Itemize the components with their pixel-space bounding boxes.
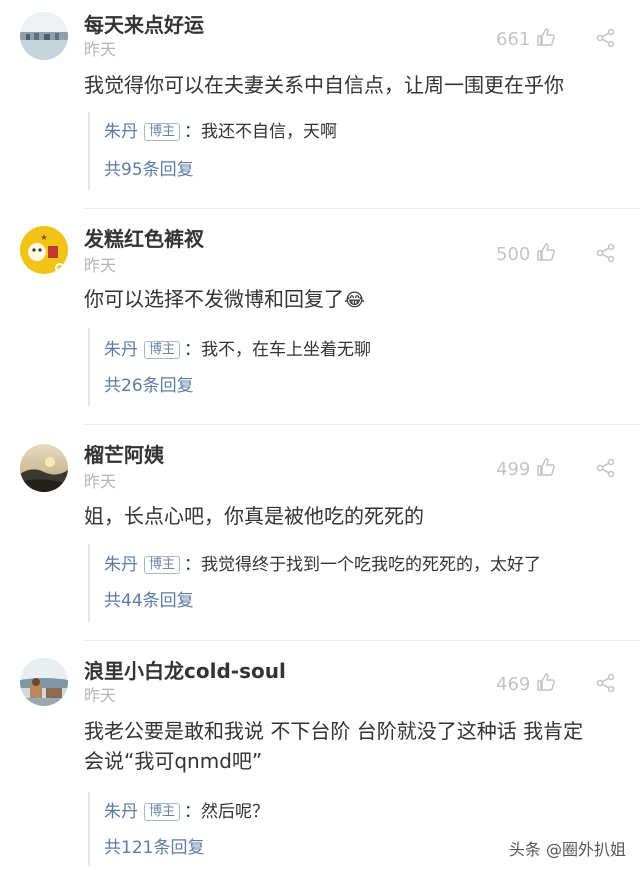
username[interactable]: 发糕红色裤衩 — [84, 226, 204, 252]
reply-line: 朱丹 博主 ：我不，在车上坐着无聊 — [104, 339, 371, 361]
thumbs-up-icon — [536, 672, 556, 698]
comment-text: 我老公要是敢和我说 不下台阶 台阶就没了这种话 我肯定 会说“我可qnmd吧” — [84, 716, 624, 776]
reply-line: 朱丹 博主 ：我还不自信，天啊 — [104, 121, 337, 143]
comment-text: 你可以选择不发微博和回复了😂 — [84, 284, 624, 316]
divider — [84, 208, 640, 209]
reply-author[interactable]: 朱丹 — [104, 121, 138, 143]
author-badge: 博主 — [144, 123, 181, 141]
comment-text-body: 你可以选择不发微博和回复了 — [84, 287, 344, 311]
like-button[interactable]: 500 — [496, 242, 556, 268]
avatar[interactable] — [20, 12, 68, 60]
comment-item: 每天来点好运 昨天 661 我觉得你可以在夫妻关系中自信点，让周一围更在乎你 朱… — [0, 0, 640, 210]
svg-text:★: ★ — [40, 233, 47, 242]
thumbs-up-icon — [536, 27, 556, 53]
like-button[interactable]: 469 — [496, 672, 556, 698]
watermark: 头条 @圈外扒姐 — [509, 836, 626, 860]
like-count: 661 — [496, 29, 531, 50]
share-icon[interactable] — [596, 28, 616, 52]
share-icon[interactable] — [596, 673, 616, 697]
author-badge: 博主 — [144, 341, 181, 359]
reply-text: ：我觉得终于找到一个吃我吃的死死的，太好了 — [184, 555, 542, 575]
reply-author[interactable]: 朱丹 — [104, 801, 138, 823]
author-badge: 博主 — [144, 803, 181, 821]
reply-line: 朱丹 博主 ：然后呢？ — [104, 801, 269, 823]
reply-author[interactable]: 朱丹 — [104, 339, 138, 361]
username[interactable]: 榴芒阿姨 — [84, 442, 164, 468]
comment-text-line: 会说“我可qnmd吧” — [84, 749, 263, 773]
avatar[interactable] — [20, 444, 68, 492]
reply-count-link[interactable]: 共26条回复 — [104, 375, 194, 397]
divider — [84, 424, 640, 425]
like-count: 499 — [496, 459, 531, 480]
divider — [84, 640, 640, 641]
timestamp: 昨天 — [84, 686, 117, 705]
thumbs-up-icon — [536, 242, 556, 268]
like-count: 469 — [496, 674, 531, 695]
avatar[interactable] — [20, 658, 68, 706]
like-count: 500 — [496, 244, 531, 265]
watermark-text: 头条 @圈外扒姐 — [508, 840, 626, 859]
reply-author[interactable]: 朱丹 — [104, 554, 138, 576]
timestamp: 昨天 — [84, 472, 117, 491]
reply-count-link[interactable]: 共95条回复 — [104, 159, 194, 181]
share-icon[interactable] — [596, 243, 616, 267]
timestamp: 昨天 — [84, 256, 117, 275]
reply-text: ：我不，在车上坐着无聊 — [184, 340, 372, 360]
reply-text: ：我还不自信，天啊 — [184, 122, 338, 142]
like-button[interactable]: 499 — [496, 457, 556, 483]
username[interactable]: 浪里小白龙cold-soul — [84, 658, 286, 684]
reply-line: 朱丹 博主 ：我觉得终于找到一个吃我吃的死死的，太好了 — [104, 554, 541, 576]
avatar[interactable]: ★ — [20, 226, 68, 274]
timestamp: 昨天 — [84, 40, 117, 59]
username[interactable]: 每天来点好运 — [84, 12, 204, 38]
comment-text-line: 我老公要是敢和我说 不下台阶 台阶就没了这种话 我肯定 — [84, 719, 584, 743]
comment-text: 我觉得你可以在夫妻关系中自信点，让周一围更在乎你 — [84, 73, 564, 97]
reply-count-link[interactable]: 共44条回复 — [104, 590, 194, 612]
like-button[interactable]: 661 — [496, 27, 556, 53]
author-badge: 博主 — [144, 556, 181, 574]
thumbs-up-icon — [536, 457, 556, 483]
reply-count-link[interactable]: 共121条回复 — [104, 837, 204, 859]
share-icon[interactable] — [596, 458, 616, 482]
comment-text: 姐，长点心吧，你真是被他吃的死死的 — [84, 504, 424, 528]
reply-box[interactable]: 朱丹 博主 ：我不，在车上坐着无聊 共26条回复 — [88, 328, 626, 406]
comment-item: ★ 发糕红色裤衩 昨天 500 你可以选择不发微博和回复了😂 朱丹 博主 ：我不… — [0, 210, 640, 426]
laughing-emoji-icon: 😂 — [344, 290, 366, 311]
comment-item: 榴芒阿姨 昨天 499 姐，长点心吧，你真是被他吃的死死的 朱丹 博主 ：我觉得… — [0, 426, 640, 642]
reply-box[interactable]: 朱丹 博主 ：我觉得终于找到一个吃我吃的死死的，太好了 共44条回复 — [88, 544, 626, 622]
reply-text: ：然后呢？ — [184, 802, 270, 822]
reply-box[interactable]: 朱丹 博主 ：我还不自信，天啊 共95条回复 — [88, 112, 626, 190]
